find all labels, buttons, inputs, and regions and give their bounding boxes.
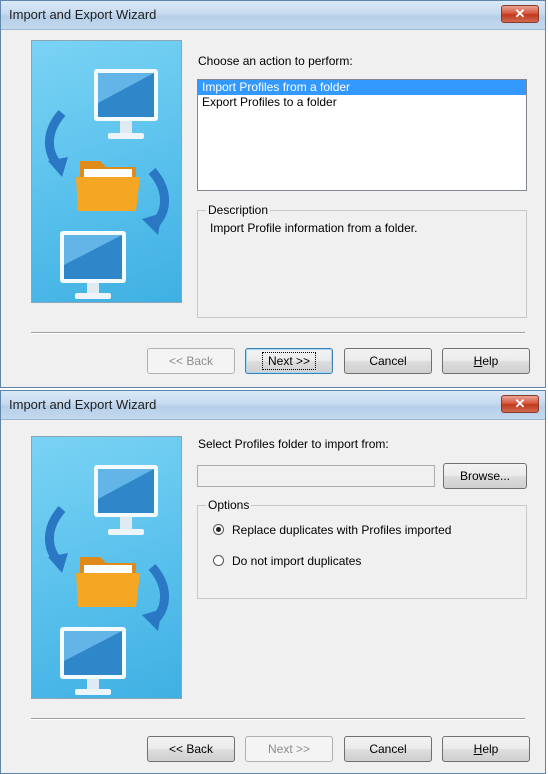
monitor-icon-2: [60, 627, 126, 695]
radio-replace-label: Replace duplicates with Profiles importe…: [232, 523, 452, 537]
arrow-head-2: [142, 213, 162, 235]
list-item-import[interactable]: Import Profiles from a folder: [198, 80, 526, 95]
folder-path-field[interactable]: [197, 465, 435, 487]
list-item-export[interactable]: Export Profiles to a folder: [198, 95, 526, 110]
window-title: Import and Export Wizard: [9, 7, 157, 22]
close-icon: ✕: [514, 396, 526, 411]
options-group: Options: [197, 498, 527, 599]
radio-button-unchecked[interactable]: [213, 555, 224, 566]
description-legend: Description: [206, 203, 271, 217]
cancel-button[interactable]: Cancel: [344, 348, 432, 374]
action-prompt: Choose an action to perform:: [198, 54, 353, 68]
title-bar[interactable]: Import and Export Wizard ✕: [1, 1, 545, 30]
monitor-icon: [94, 69, 158, 139]
arrow-icon: [45, 110, 66, 168]
radio-skip-label: Do not import duplicates: [232, 554, 362, 568]
title-bar-2[interactable]: Import and Export Wizard ✕: [1, 391, 545, 420]
radio-skip-duplicates[interactable]: Do not import duplicates: [213, 553, 361, 569]
folder-prompt: Select Profiles folder to import from:: [198, 437, 389, 451]
monitor-icon-2: [60, 231, 126, 299]
wizard-illustration-2: [31, 436, 182, 699]
next-button[interactable]: Next >>: [245, 348, 333, 374]
folder-icon: [76, 161, 140, 211]
folder-icon: [76, 557, 140, 607]
arrow-head-2: [142, 609, 162, 631]
cancel-button-2[interactable]: Cancel: [344, 736, 432, 762]
monitor-icon: [94, 465, 158, 535]
wizard-illustration: [31, 40, 182, 303]
arrow-icon: [45, 506, 66, 564]
help-label-rest-2: elp: [482, 742, 499, 756]
description-group: Description Import Profile information f…: [197, 203, 527, 318]
separator: [31, 332, 525, 334]
wizard-dialog-action: Import and Export Wizard ✕ Choose an act…: [0, 0, 546, 388]
close-button-2[interactable]: ✕: [501, 395, 539, 413]
back-button[interactable]: << Back: [147, 348, 235, 374]
description-text: Import Profile information from a folder…: [210, 221, 418, 235]
radio-button-checked[interactable]: [213, 524, 224, 535]
back-button-2[interactable]: << Back: [147, 736, 235, 762]
options-legend: Options: [206, 498, 252, 512]
close-icon: ✕: [514, 6, 526, 21]
help-button-2[interactable]: Help: [442, 736, 530, 762]
next-button-2[interactable]: Next >>: [245, 736, 333, 762]
radio-replace-duplicates[interactable]: Replace duplicates with Profiles importe…: [213, 522, 451, 538]
separator-2: [31, 718, 525, 720]
window-title-2: Import and Export Wizard: [9, 397, 157, 412]
help-button[interactable]: Help: [442, 348, 530, 374]
help-label-rest: elp: [482, 354, 499, 368]
wizard-dialog-import: Import and Export Wizard ✕ Select Profil…: [0, 390, 546, 774]
next-button-label: Next >>: [261, 352, 317, 370]
action-listbox[interactable]: Import Profiles from a folder Export Pro…: [197, 79, 527, 191]
browse-button[interactable]: Browse...: [443, 463, 527, 489]
close-button[interactable]: ✕: [501, 5, 539, 23]
